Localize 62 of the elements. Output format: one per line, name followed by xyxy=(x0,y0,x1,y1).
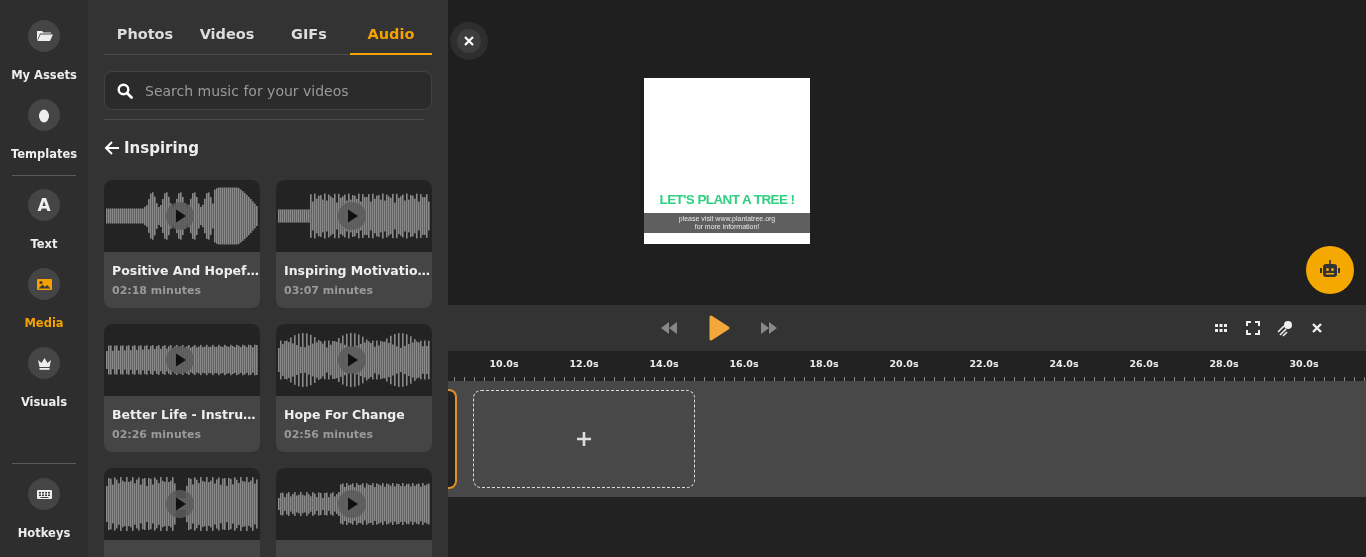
back-arrow-icon[interactable] xyxy=(104,140,120,156)
ruler-label: 22.0s xyxy=(968,357,1000,371)
search-field[interactable]: Search music for your videos xyxy=(104,71,432,110)
play-icon[interactable] xyxy=(166,490,194,518)
track-duration: 02:26 minutes xyxy=(112,428,201,441)
ruler-label: 24.0s xyxy=(1048,357,1080,371)
tab[interactable]: Audio xyxy=(350,18,432,55)
fullscreen-icon xyxy=(1244,319,1262,337)
close-button[interactable] xyxy=(450,22,488,60)
ruler-label: 28.0s xyxy=(1208,357,1240,371)
play-icon[interactable] xyxy=(166,202,194,230)
sidebar-item[interactable]: Visuals xyxy=(0,347,88,426)
play-icon[interactable] xyxy=(338,490,366,518)
comet-button[interactable] xyxy=(1276,319,1294,337)
ruler-label: 30.0s xyxy=(1288,357,1320,371)
track-title: Positive And Hopef… xyxy=(112,263,259,278)
audio-card[interactable]: Positive And Hopef… 02:18 minutes xyxy=(104,180,260,308)
play-icon[interactable] xyxy=(166,346,194,374)
sidebar-item[interactable]: Hotkeys xyxy=(0,478,88,557)
tab[interactable]: Photos xyxy=(104,18,186,55)
add-clip-button[interactable] xyxy=(473,390,695,488)
ruler-label: 18.0s xyxy=(808,357,840,371)
audio-card[interactable]: Hope For Change 02:56 minutes xyxy=(276,324,432,452)
plus-icon xyxy=(577,432,591,446)
fast-forward-button[interactable] xyxy=(760,322,778,334)
close-icon xyxy=(464,36,474,46)
letter-icon: A xyxy=(37,195,51,215)
ruler-label: 12.0s xyxy=(568,357,600,371)
play-icon[interactable] xyxy=(338,202,366,230)
audio-card[interactable]: Better Life - Instru… 02:26 minutes xyxy=(104,324,260,452)
category-title: Inspiring xyxy=(124,139,200,157)
comet-icon xyxy=(1276,319,1294,337)
assistant-button[interactable] xyxy=(1306,246,1354,294)
headline-text: LET'S PLANT A TREE ! xyxy=(659,192,795,207)
audio-card[interactable]: Inspiring Motivatio… 03:07 minutes xyxy=(276,180,432,308)
rewind-icon xyxy=(660,322,678,334)
sidebar-item[interactable]: A Text xyxy=(0,189,88,268)
sidebar-item[interactable]: Templates xyxy=(0,99,88,178)
track-duration: 03:07 minutes xyxy=(284,284,373,297)
tab[interactable]: GIFs xyxy=(268,18,350,55)
ruler-label: 20.0s xyxy=(888,357,920,371)
ruler-label: 14.0s xyxy=(648,357,680,371)
sidebar-item[interactable]: Media xyxy=(0,268,88,347)
tab[interactable]: Videos xyxy=(186,18,268,55)
track-duration: 02:56 minutes xyxy=(284,428,373,441)
sidebar-item[interactable]: My Assets xyxy=(0,20,88,99)
robot-icon xyxy=(1319,260,1341,280)
fast-forward-icon xyxy=(760,322,778,334)
timeline-track[interactable] xyxy=(448,381,1366,497)
track-title: Hope For Change xyxy=(284,407,405,422)
track-title: Inspiring Motivatio… xyxy=(284,263,431,278)
ruler-label: 26.0s xyxy=(1128,357,1160,371)
ruler-label: 16.0s xyxy=(728,357,760,371)
play-button[interactable] xyxy=(708,315,730,341)
play-icon xyxy=(708,315,730,341)
play-icon[interactable] xyxy=(338,346,366,374)
rewind-button[interactable] xyxy=(660,322,678,334)
fullscreen-button[interactable] xyxy=(1244,319,1262,337)
track-title: Better Life - Instru… xyxy=(112,407,256,422)
track-duration: 02:18 minutes xyxy=(112,284,201,297)
ruler-label: 10.0s xyxy=(488,357,520,371)
timeline-clip[interactable] xyxy=(448,389,457,489)
